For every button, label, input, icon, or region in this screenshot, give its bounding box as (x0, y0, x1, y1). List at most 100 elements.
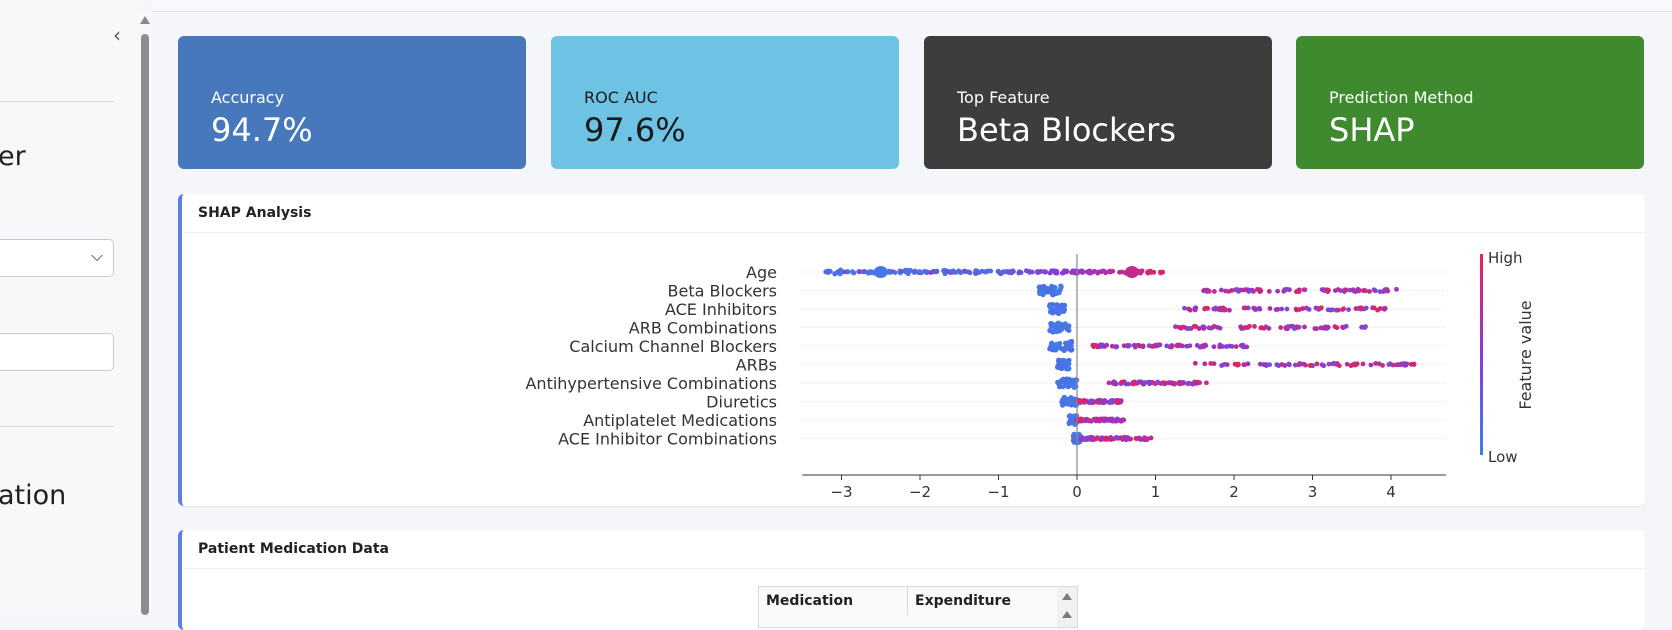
shap-point (1258, 325, 1264, 331)
shap-point (1137, 343, 1143, 349)
card-label: Accuracy (211, 88, 285, 107)
scroll-up-icon[interactable] (140, 16, 150, 24)
shap-point (934, 269, 940, 275)
shap-point (1090, 342, 1096, 348)
shap-point (950, 268, 956, 274)
shap-point (961, 268, 967, 274)
shap-point (1042, 269, 1048, 275)
shap-point (1121, 343, 1127, 349)
shap-point (1099, 435, 1105, 441)
shap-point (1208, 361, 1214, 366)
shap-point (928, 270, 934, 275)
sidebar-select[interactable]: ⌵ (0, 239, 114, 277)
shap-point (1355, 286, 1361, 292)
x-tick-label: 1 (1151, 483, 1161, 501)
shap-point (861, 269, 866, 275)
shap-point (1293, 306, 1299, 312)
shap-point (1100, 343, 1106, 349)
shap-point (1181, 324, 1186, 330)
shap-point (1350, 362, 1356, 368)
table-header-medication[interactable]: Medication (759, 587, 908, 615)
shap-point (924, 270, 930, 276)
shap-point (1177, 379, 1182, 385)
sidebar-input[interactable] (0, 333, 114, 371)
shap-point (1077, 418, 1083, 424)
shap-point (1054, 343, 1060, 349)
shap-point (1292, 326, 1297, 331)
shap-point (1229, 288, 1235, 293)
shap-point (1219, 307, 1225, 313)
shap-point (1222, 361, 1227, 367)
medication-table: Medication Expenditure (758, 586, 1078, 628)
feature-label: Antiplatelet Medications (583, 411, 777, 430)
shap-point (849, 269, 855, 275)
shap-point (899, 269, 904, 274)
card-label: Top Feature (957, 88, 1050, 107)
shap-point (1062, 323, 1068, 329)
shap-point (1331, 360, 1337, 366)
shap-point (1238, 287, 1244, 293)
x-tick-label: −1 (987, 483, 1009, 501)
shap-point (1247, 323, 1252, 329)
shap-point (1370, 305, 1376, 311)
shap-point (1100, 268, 1106, 274)
shap-point (1278, 325, 1284, 330)
shap-point (1273, 307, 1279, 312)
shap-point (1193, 305, 1199, 311)
shap-point (1146, 269, 1151, 275)
scroll-up-icon[interactable] (1062, 593, 1072, 600)
shap-point (1245, 361, 1251, 367)
shap-point (1050, 329, 1057, 335)
collapse-sidebar-icon[interactable]: ‹ (113, 24, 131, 46)
shap-point (1227, 343, 1232, 349)
feature-label: ARBs (736, 356, 777, 375)
shap-point (1332, 324, 1338, 330)
shap-point (1274, 362, 1280, 368)
shap-point (1211, 344, 1217, 350)
shap-point (917, 269, 923, 274)
table-header-expenditure[interactable]: Expenditure (908, 587, 1055, 615)
x-tick-label: −3 (830, 483, 852, 501)
shap-point (1284, 306, 1290, 312)
card-value: 94.7% (211, 111, 313, 149)
shap-point (984, 269, 990, 274)
shap-point (1000, 269, 1005, 275)
shap-point (1079, 268, 1084, 274)
page-scrollbar[interactable] (138, 12, 152, 615)
shap-point (835, 269, 841, 275)
shap-point (1037, 290, 1043, 297)
shap-point (904, 269, 909, 275)
card-value: Beta Blockers (957, 111, 1176, 149)
shap-point (1319, 287, 1325, 292)
x-tick-label: 3 (1308, 483, 1318, 501)
shap-point (1176, 324, 1182, 330)
shap-point (1017, 269, 1022, 275)
shap-point (1115, 398, 1121, 404)
shap-point (823, 269, 829, 275)
shap-point (1252, 306, 1257, 311)
shap-point (1057, 323, 1063, 329)
shap-point (1010, 269, 1016, 274)
table-scrollbar[interactable] (1057, 587, 1077, 627)
shap-point (1390, 362, 1396, 368)
shap-point (1054, 289, 1060, 295)
shap-point (1171, 381, 1176, 387)
shap-point (1054, 270, 1060, 276)
shap-point (1108, 437, 1114, 442)
patient-medication-panel: Patient Medication Data Medication Expen… (178, 530, 1645, 630)
shap-point (1095, 270, 1100, 275)
shap-point (1307, 363, 1313, 369)
shap-point (1302, 324, 1307, 330)
top-bar (152, 0, 1672, 12)
shap-point (1131, 342, 1137, 348)
shap-point (1205, 306, 1211, 311)
shap-point (1306, 307, 1312, 312)
shap-point (1004, 269, 1010, 275)
shap-point (1336, 363, 1342, 369)
shap-point (945, 269, 950, 274)
shap-point (1166, 380, 1172, 386)
shap-point (1133, 436, 1139, 441)
shap-point (1181, 380, 1187, 386)
scrollbar-thumb[interactable] (141, 34, 149, 615)
card-label: Prediction Method (1329, 88, 1474, 107)
